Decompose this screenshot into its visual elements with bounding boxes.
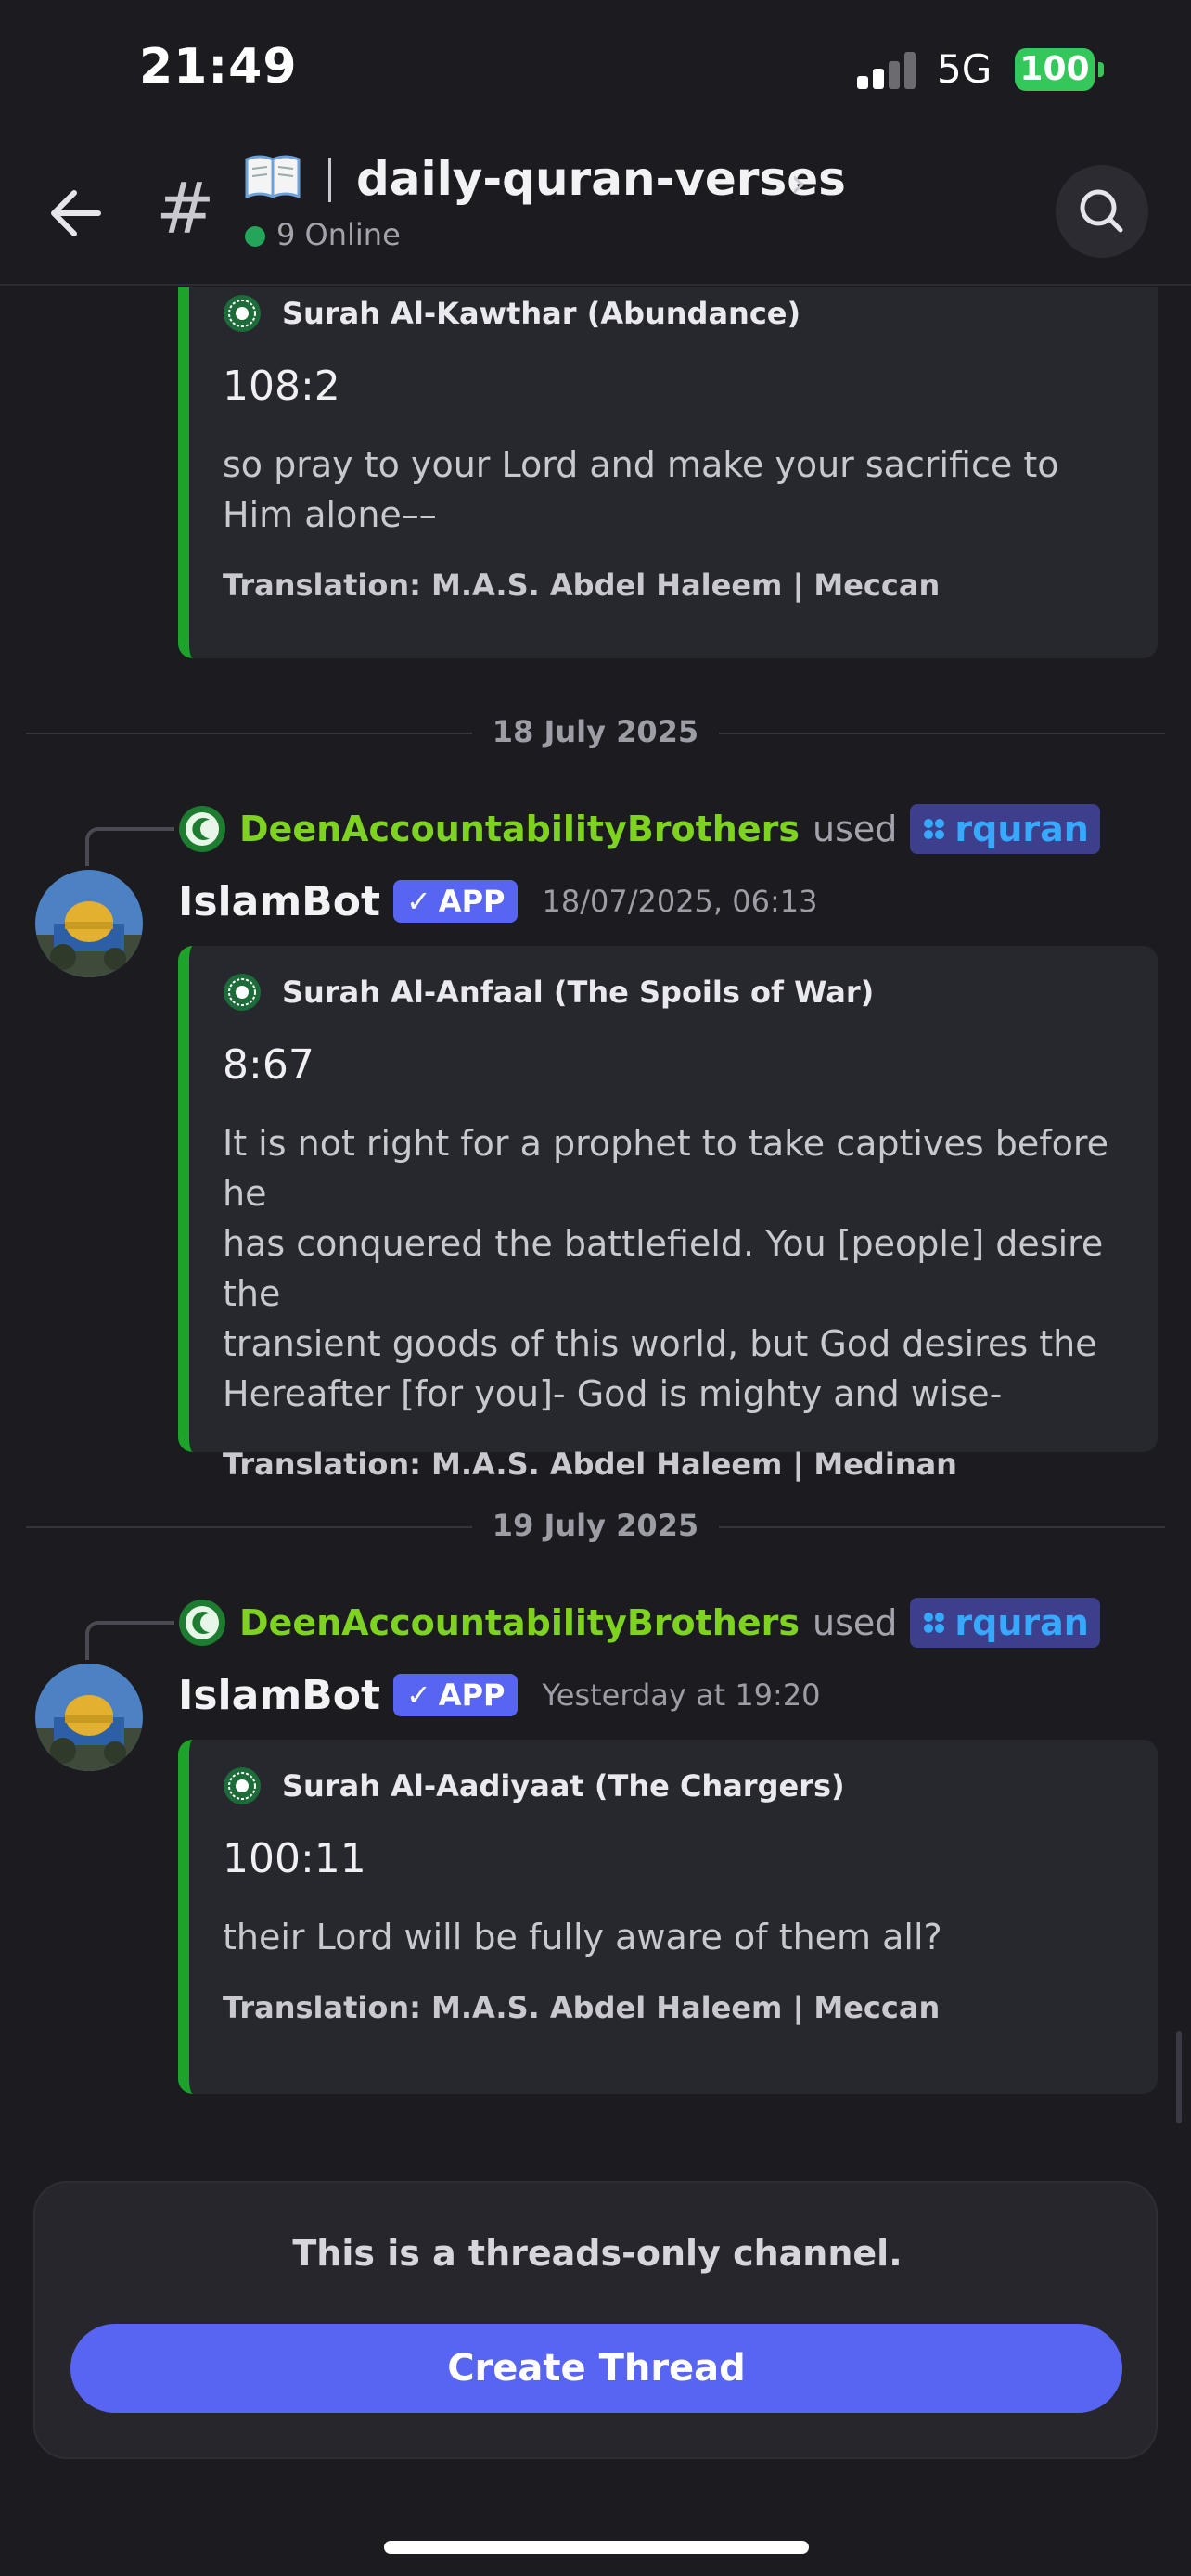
message-timestamp: Yesterday at 19:20 xyxy=(542,1677,821,1713)
embed-footer: Translation: M.A.S. Abdel Haleem | Mecca… xyxy=(223,567,941,603)
channel-title[interactable]: daily-quran-verses xyxy=(356,152,846,206)
battery-tip xyxy=(1098,62,1104,77)
book-emoji-icon xyxy=(243,152,302,200)
online-count: 9 Online xyxy=(276,217,401,252)
embed-footer: Translation: M.A.S. Abdel Haleem | Mecca… xyxy=(223,1990,941,2025)
verse-embed: Surah Al-Aadiyaat (The Chargers) 100:11 … xyxy=(178,1740,1158,2094)
status-bar: 21:49 5G 100 xyxy=(0,0,1191,139)
date-separator: 18 July 2025 xyxy=(26,714,1165,751)
scrollbar[interactable] xyxy=(1176,2031,1182,2123)
cellular-signal-icon xyxy=(857,52,916,89)
threads-only-panel: This is a threads-only channel. Create T… xyxy=(33,2181,1158,2459)
back-button[interactable] xyxy=(41,176,115,250)
verse-line: Hereafter [for you]- God is mighty and w… xyxy=(223,1373,1003,1414)
verse-embed: Surah Al-Anfaal (The Spoils of War) 8:67… xyxy=(178,946,1158,1482)
command-chip[interactable]: rquran xyxy=(910,1598,1100,1648)
command-icon xyxy=(924,1613,945,1633)
status-time: 21:49 xyxy=(139,39,298,95)
message-header: IslamBot ✓ APP 18/07/2025, 06:13 xyxy=(178,874,817,929)
app-badge: ✓ APP xyxy=(392,880,519,923)
chevron-right-icon[interactable]: › xyxy=(790,159,807,207)
arrow-left-icon xyxy=(51,190,101,236)
threads-only-notice: This is a threads-only channel. xyxy=(292,2233,903,2274)
bot-name[interactable]: IslamBot xyxy=(178,1672,380,1719)
verse-line: It is not right for a prophet to take ca… xyxy=(223,1123,1109,1214)
channel-header: # daily-quran-verses › 9 Online xyxy=(0,139,1191,286)
date-separator: 19 July 2025 xyxy=(26,1508,1165,1545)
message-header: IslamBot ✓ APP Yesterday at 19:20 xyxy=(178,1667,821,1723)
title-separator xyxy=(328,158,331,202)
checkmark-icon: ✓ xyxy=(405,884,431,919)
checkmark-icon: ✓ xyxy=(405,1677,431,1713)
command-icon xyxy=(924,819,945,839)
reply-username[interactable]: DeenAccountabilityBrothers xyxy=(239,1602,800,1643)
network-type: 5G xyxy=(937,46,992,92)
reply-connector xyxy=(85,827,174,866)
battery-icon: 100 xyxy=(1015,48,1095,91)
reply-connector xyxy=(85,1621,174,1660)
verse-line: transient goods of this world, but God d… xyxy=(223,1323,1097,1364)
hash-icon: # xyxy=(156,167,215,249)
command-reply[interactable]: DeenAccountabilityBrothers used rquran xyxy=(178,1597,1100,1649)
command-reply[interactable]: DeenAccountabilityBrothers used rquran xyxy=(178,803,1100,855)
embed-footer: Translation: M.A.S. Abdel Haleem | Medin… xyxy=(223,1447,957,1482)
bot-name[interactable]: IslamBot xyxy=(178,878,380,925)
islambot-emblem-icon xyxy=(224,295,261,332)
islambot-emblem-icon xyxy=(224,1767,261,1804)
reply-used-label: used xyxy=(813,809,898,849)
embed-author: Surah Al-Kawthar (Abundance) xyxy=(223,293,1124,334)
reply-used-label: used xyxy=(813,1602,898,1643)
user-avatar-icon xyxy=(179,1600,225,1646)
search-icon xyxy=(1080,189,1123,233)
home-indicator[interactable] xyxy=(384,2541,809,2554)
bot-avatar[interactable] xyxy=(35,870,143,977)
verse-text: their Lord will be fully aware of them a… xyxy=(223,1917,942,1958)
bot-avatar[interactable] xyxy=(35,1664,143,1771)
islambot-emblem-icon xyxy=(224,974,261,1011)
verse-number: 100:11 xyxy=(223,1835,366,1882)
command-chip[interactable]: rquran xyxy=(910,804,1100,854)
app-badge: ✓ APP xyxy=(392,1674,519,1716)
search-button[interactable] xyxy=(1056,165,1148,258)
app-screen: 21:49 5G 100 # daily-quran-verses › 9 On… xyxy=(0,0,1191,2576)
online-status-dot xyxy=(245,226,265,247)
verse-text: so pray to your Lord and make your sacri… xyxy=(223,444,1059,535)
verse-line: has conquered the battlefield. You [peop… xyxy=(223,1223,1104,1314)
verse-embed: Surah Al-Kawthar (Abundance) 108:2 so pr… xyxy=(178,287,1158,658)
embed-author: Surah Al-Anfaal (The Spoils of War) xyxy=(223,972,1124,1013)
message-timestamp: 18/07/2025, 06:13 xyxy=(542,884,818,919)
verse-number: 8:67 xyxy=(223,1041,314,1089)
reply-username[interactable]: DeenAccountabilityBrothers xyxy=(239,809,800,849)
create-thread-button[interactable]: Create Thread xyxy=(70,2324,1122,2413)
verse-text: It is not right for a prophet to take ca… xyxy=(223,1118,1124,1419)
embed-author: Surah Al-Aadiyaat (The Chargers) xyxy=(223,1766,1124,1806)
user-avatar-icon xyxy=(179,806,225,852)
verse-number: 108:2 xyxy=(223,363,340,410)
